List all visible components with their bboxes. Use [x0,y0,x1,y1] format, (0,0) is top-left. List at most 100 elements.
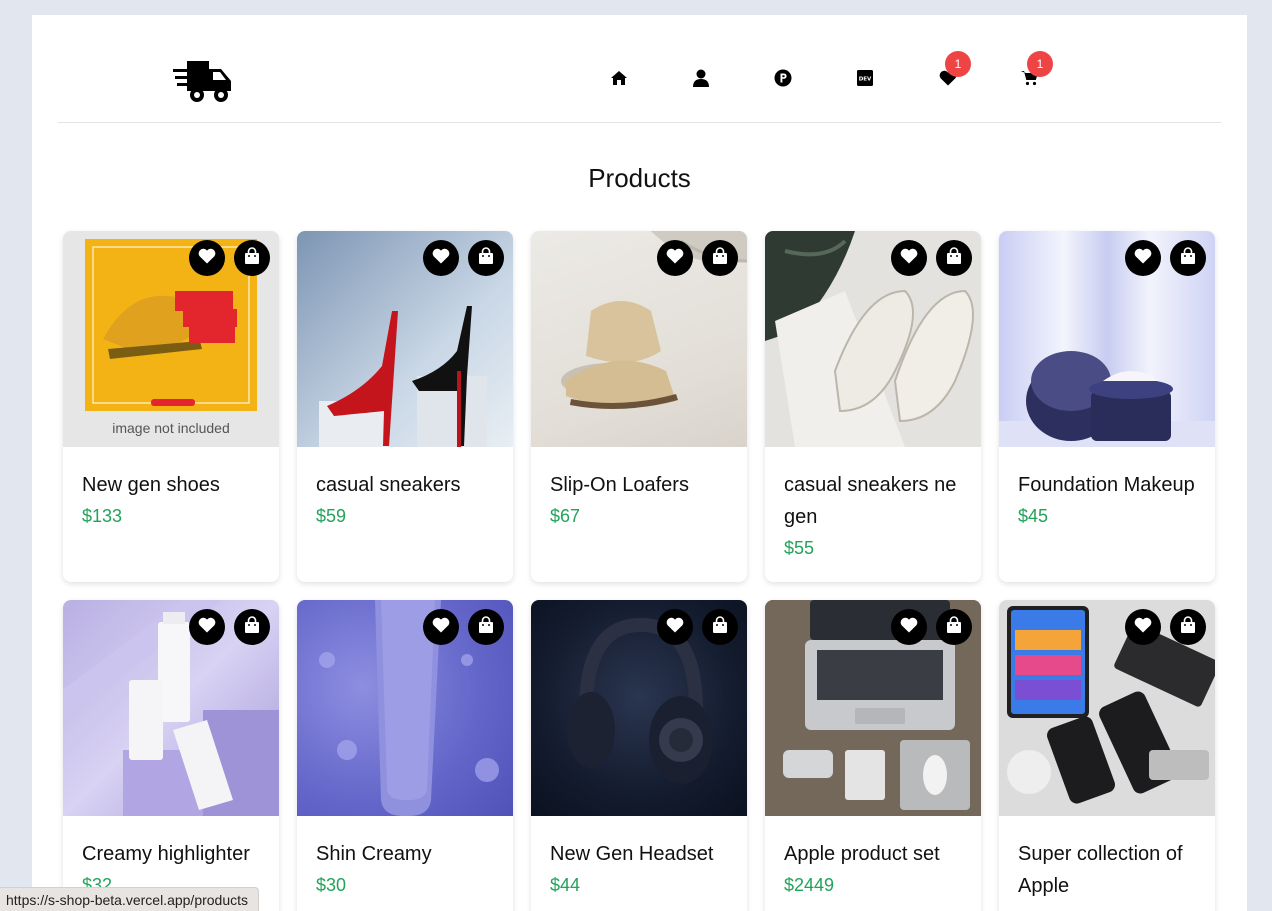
shopping-bag-icon [712,246,728,270]
add-to-wishlist-button[interactable] [891,240,927,276]
product-name[interactable]: Slip-On Loafers [550,469,728,501]
card-actions [891,240,972,276]
product-card[interactable]: Slip-On Loafers $67 [531,231,747,582]
product-card[interactable]: image not included New gen shoes $133 [63,231,279,582]
add-to-cart-button[interactable] [1170,240,1206,276]
add-to-wishlist-button[interactable] [423,240,459,276]
add-to-cart-button[interactable] [702,609,738,645]
add-to-cart-button[interactable] [468,240,504,276]
product-price: $133 [82,506,123,526]
add-to-cart-button[interactable] [234,609,270,645]
card-actions [423,609,504,645]
product-image[interactable] [531,231,747,447]
product-card[interactable]: New Gen Headset $44 [531,600,747,911]
product-grid: image not included New gen shoes $133 ca… [63,231,1215,911]
product-name[interactable]: New gen shoes [82,469,260,501]
home-icon [610,70,628,91]
product-name[interactable]: Shin Creamy [316,838,494,870]
heart-icon [432,617,450,638]
heart-icon [900,248,918,269]
product-price: $2449 [784,875,835,895]
product-price: $44 [550,875,581,895]
wishlist-count-badge: 1 [945,51,971,77]
site-header: DEV 1 1 [58,15,1221,123]
add-to-wishlist-button[interactable] [189,240,225,276]
add-to-cart-button[interactable] [936,240,972,276]
delivery-truck-icon[interactable] [173,57,233,105]
product-card[interactable]: Foundation Makeup $45 [999,231,1215,582]
nav-wishlist[interactable]: 1 [939,51,971,89]
card-actions [189,609,270,645]
product-image[interactable] [531,600,747,816]
add-to-cart-button[interactable] [234,240,270,276]
product-image[interactable] [999,231,1215,447]
shopping-bag-icon [1180,615,1196,639]
product-price: $45 [1018,506,1049,526]
shopping-bag-icon [946,246,962,270]
nav-profile[interactable] [692,69,710,89]
shopping-bag-icon [478,246,494,270]
page-title: Products [588,163,691,193]
add-to-wishlist-button[interactable] [1125,609,1161,645]
product-image[interactable]: image not included [63,231,279,447]
add-to-wishlist-button[interactable] [657,609,693,645]
nav-portfolio[interactable] [774,69,792,92]
svg-text:DEV: DEV [859,76,872,82]
shopping-bag-icon [946,615,962,639]
card-body: Shin Creamy $30 [297,816,513,896]
product-name[interactable]: New Gen Headset [550,838,728,870]
add-to-wishlist-button[interactable] [891,609,927,645]
product-card[interactable]: Apple product set $2449 [765,600,981,911]
add-to-cart-button[interactable] [936,609,972,645]
product-image[interactable] [63,600,279,816]
heart-icon [432,248,450,269]
heart-icon [198,248,216,269]
link-status-bar: https://s-shop-beta.vercel.app/products [0,887,260,911]
heart-icon [198,617,216,638]
shopping-bag-icon [712,615,728,639]
heart-icon [1134,248,1152,269]
nav-cart[interactable]: 1 [1021,51,1053,89]
card-body: Apple product set $2449 [765,816,981,896]
product-card[interactable]: Creamy highlighter $32 [63,600,279,911]
product-price: $55 [784,538,815,558]
card-actions [657,240,738,276]
product-name[interactable]: casual sneakers ne gen [784,469,962,533]
p-circle-icon [774,69,792,92]
card-body: New gen shoes $133 [63,447,279,527]
card-body: Slip-On Loafers $67 [531,447,747,527]
cart-count-badge: 1 [1027,51,1053,77]
product-card[interactable]: casual sneakers ne gen $55 [765,231,981,582]
product-card[interactable]: Super collection of Apple [999,600,1215,911]
product-price: $67 [550,506,581,526]
product-image[interactable] [999,600,1215,816]
product-image[interactable] [765,231,981,447]
card-body: Creamy highlighter $32 [63,816,279,896]
heart-icon [666,248,684,269]
product-name[interactable]: Foundation Makeup [1018,469,1196,501]
page-container: DEV 1 1 Products image not included New … [32,15,1247,911]
add-to-wishlist-button[interactable] [189,609,225,645]
product-name[interactable]: Super collection of Apple [1018,838,1196,902]
product-image[interactable] [765,600,981,816]
add-to-cart-button[interactable] [702,240,738,276]
nav-home[interactable] [610,70,628,91]
product-name[interactable]: casual sneakers [316,469,494,501]
card-actions [891,609,972,645]
product-image[interactable] [297,231,513,447]
add-to-cart-button[interactable] [468,609,504,645]
nav-dev[interactable]: DEV [856,69,874,89]
product-card[interactable]: casual sneakers $59 [297,231,513,582]
add-to-wishlist-button[interactable] [1125,240,1161,276]
heart-icon [1134,617,1152,638]
product-card[interactable]: Shin Creamy $30 [297,600,513,911]
add-to-wishlist-button[interactable] [657,240,693,276]
product-name[interactable]: Apple product set [784,838,962,870]
card-actions [1125,609,1206,645]
add-to-wishlist-button[interactable] [423,609,459,645]
add-to-cart-button[interactable] [1170,609,1206,645]
card-body: casual sneakers ne gen $55 [765,447,981,559]
product-image[interactable] [297,600,513,816]
card-actions [423,240,504,276]
product-name[interactable]: Creamy highlighter [82,838,260,870]
